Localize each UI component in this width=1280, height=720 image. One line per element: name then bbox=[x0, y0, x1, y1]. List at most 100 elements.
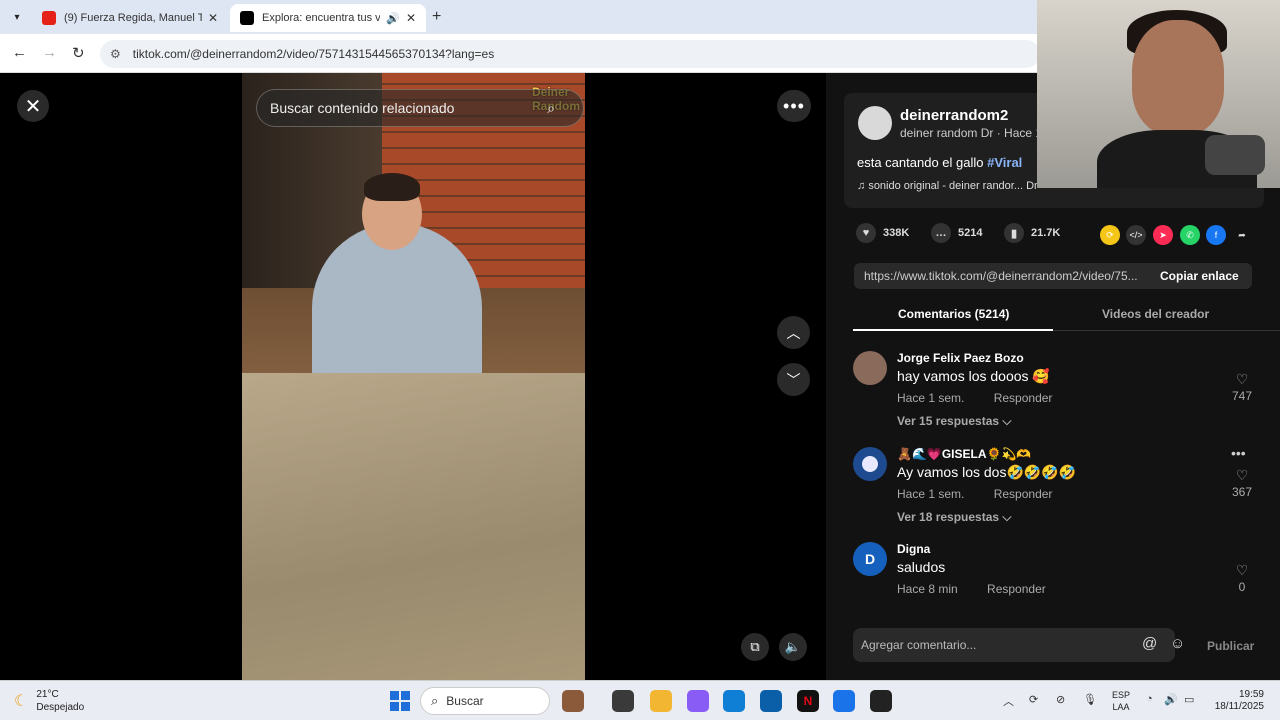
view-replies-button[interactable]: Ver 15 respuestas ⌵ bbox=[897, 414, 1012, 429]
site-settings-icon[interactable]: ⚙ bbox=[110, 47, 121, 61]
wifi-icon[interactable]: ◔ bbox=[1146, 693, 1153, 705]
comment-stat[interactable]: … 5214 bbox=[931, 223, 982, 243]
whatsapp-icon[interactable]: ✆ bbox=[1180, 225, 1200, 245]
forward-arrow-icon[interactable]: → bbox=[42, 44, 57, 61]
commenter-avatar[interactable]: D bbox=[853, 542, 887, 576]
tray-chevron-icon[interactable]: ︿ bbox=[1003, 693, 1014, 709]
tiktok-icon bbox=[240, 11, 254, 25]
taskbar-search[interactable]: ⌕ Buscar bbox=[420, 687, 550, 715]
embed-icon[interactable]: </> bbox=[1126, 225, 1146, 245]
tab-comments[interactable]: Comentarios (5214) bbox=[898, 307, 1009, 321]
mention-icon[interactable]: @ bbox=[1142, 635, 1157, 652]
view-replies-button[interactable]: Ver 18 respuestas ⌵ bbox=[897, 510, 1012, 525]
weather-temp: 21°C bbox=[36, 689, 59, 700]
comment-icon: … bbox=[931, 223, 951, 243]
save-stat[interactable]: ▮ 21.7K bbox=[1004, 223, 1060, 243]
commenter-name[interactable]: Digna bbox=[897, 542, 930, 556]
tab-creator-videos[interactable]: Videos del creador bbox=[1102, 307, 1209, 321]
repost-icon[interactable]: ⟳ bbox=[1100, 225, 1120, 245]
moon-icon: ☾ bbox=[14, 693, 29, 710]
comment-like-count: 747 bbox=[1231, 389, 1253, 403]
emoji-icon[interactable]: ☺ bbox=[1170, 635, 1185, 652]
file-explorer-icon[interactable] bbox=[650, 690, 672, 712]
lang-code: ESP bbox=[1112, 690, 1131, 700]
tray-network-off-icon[interactable]: ⊘ bbox=[1056, 693, 1065, 706]
comment-item: D Digna saludos Hace 8 min Responder ♡ 0 bbox=[853, 542, 1263, 602]
panel-tabs: Comentarios (5214) Videos del creador bbox=[853, 301, 1280, 331]
close-tab-icon[interactable]: ✕ bbox=[208, 11, 218, 25]
comment-meta: Hace 8 min Responder bbox=[897, 582, 1046, 596]
comment-like-icon[interactable]: ♡ bbox=[1227, 562, 1257, 579]
reload-icon[interactable]: ↻ bbox=[72, 44, 85, 62]
volume-icon[interactable]: 🔈 bbox=[779, 633, 807, 661]
tab-list-chevron-icon[interactable]: ▾ bbox=[6, 7, 28, 27]
close-video-button[interactable]: ✕ bbox=[17, 90, 49, 122]
system-clock[interactable]: 19:59 18/11/2025 bbox=[1208, 689, 1264, 713]
store-icon[interactable] bbox=[760, 690, 782, 712]
like-stat[interactable]: ♥ 338K bbox=[856, 223, 909, 243]
copy-link-button[interactable]: Copiar enlace bbox=[1160, 269, 1239, 283]
obs-icon[interactable] bbox=[870, 690, 892, 712]
music-text: sonido original - deiner randor... Dr bbox=[868, 180, 1038, 192]
reply-button[interactable]: Responder bbox=[994, 487, 1053, 501]
weather-widget[interactable]: ☾ 21°C Despejado bbox=[14, 688, 84, 714]
commenter-name[interactable]: Jorge Felix Paez Bozo bbox=[897, 351, 1024, 365]
reply-button[interactable]: Responder bbox=[994, 391, 1053, 405]
url-text: tiktok.com/@deinerrandom2/video/75714315… bbox=[132, 47, 495, 61]
commenter-name[interactable]: 🧸🌊💗GISELA🌻💫🫶 bbox=[897, 447, 1031, 461]
comment-input[interactable]: Agregar comentario... @ bbox=[853, 628, 1175, 662]
commenter-avatar[interactable] bbox=[853, 447, 887, 481]
screen: ▾ (9) Fuerza Regida, Manuel Turiz ✕ Expl… bbox=[0, 0, 1280, 720]
tray-sync-icon[interactable]: ⟳ bbox=[1029, 693, 1038, 706]
comment-placeholder: Agregar comentario... bbox=[861, 638, 977, 652]
next-video-button[interactable]: ﹀ bbox=[777, 363, 810, 396]
save-count: 21.7K bbox=[1031, 227, 1061, 239]
windows-taskbar: ☾ 21°C Despejado ⌕ Buscar N ︿ ⟳ ⊘ 🎙 ESP … bbox=[0, 680, 1280, 720]
url-field[interactable]: ⚙ tiktok.com/@deinerrandom2/video/757143… bbox=[100, 40, 1040, 68]
related-search-input[interactable]: Buscar contenido relacionado ⌕ bbox=[256, 89, 584, 127]
volume-tray-icon[interactable]: 🔊 bbox=[1164, 693, 1178, 706]
close-tab-icon[interactable]: ✕ bbox=[406, 11, 416, 25]
chrome-icon[interactable] bbox=[833, 690, 855, 712]
video-player[interactable]: Deiner Random bbox=[242, 73, 585, 680]
windows-start-icon[interactable] bbox=[390, 691, 410, 711]
copy-link-row: https://www.tiktok.com/@deinerrandom2/vi… bbox=[854, 263, 1252, 289]
post-description: esta cantando el gallo #Viral bbox=[857, 155, 1022, 170]
music-info[interactable]: ♫ sonido original - deiner randor... Dr bbox=[857, 180, 1038, 192]
language-indicator[interactable]: ESP LAA bbox=[1112, 689, 1130, 713]
facebook-icon[interactable]: f bbox=[1206, 225, 1226, 245]
creator-username[interactable]: deinerrandom2 bbox=[900, 107, 1008, 124]
comment-more-icon[interactable]: ••• bbox=[1231, 445, 1246, 461]
commenter-avatar[interactable] bbox=[853, 351, 887, 385]
new-tab-button[interactable]: + bbox=[432, 8, 441, 26]
pip-icon[interactable]: ⧉ bbox=[741, 633, 769, 661]
search-icon[interactable]: ⌕ bbox=[547, 100, 555, 117]
more-options-button[interactable]: ••• bbox=[777, 90, 811, 122]
speaker-icon[interactable]: 🔊 bbox=[386, 12, 400, 25]
creator-avatar[interactable] bbox=[858, 106, 892, 140]
comment-time: Hace 8 min bbox=[897, 582, 958, 596]
comment-count: 5214 bbox=[958, 227, 983, 239]
back-arrow-icon[interactable]: ← bbox=[12, 44, 27, 61]
tab-tiktok[interactable]: Explora: encuentra tus videos 🔊 ✕ bbox=[230, 4, 426, 32]
tab-youtube[interactable]: (9) Fuerza Regida, Manuel Turiz ✕ bbox=[32, 4, 228, 32]
send-icon[interactable]: ➤ bbox=[1153, 225, 1173, 245]
netflix-icon[interactable]: N bbox=[797, 690, 819, 712]
tray-mic-icon[interactable]: 🎙 bbox=[1083, 693, 1097, 706]
comment-time: Hace 1 sem. bbox=[897, 391, 965, 405]
clock-date: 18/11/2025 bbox=[1214, 701, 1264, 712]
app-icon-widgets[interactable] bbox=[562, 690, 584, 712]
copilot-icon[interactable] bbox=[687, 690, 709, 712]
publish-button[interactable]: Publicar bbox=[1207, 639, 1254, 653]
task-view-icon[interactable] bbox=[612, 690, 634, 712]
reply-button[interactable]: Responder bbox=[987, 582, 1046, 596]
comment-like-icon[interactable]: ♡ bbox=[1227, 371, 1257, 388]
webcam-overlay bbox=[1037, 0, 1280, 188]
battery-icon[interactable]: ▭ bbox=[1184, 693, 1194, 706]
comment-like-count: 367 bbox=[1231, 485, 1253, 499]
comment-like-icon[interactable]: ♡ bbox=[1227, 467, 1257, 484]
previous-video-button[interactable]: ︿ bbox=[777, 316, 810, 349]
hashtag-link[interactable]: #Viral bbox=[987, 155, 1022, 170]
edge-icon[interactable] bbox=[723, 690, 745, 712]
share-arrow-icon[interactable]: ➦ bbox=[1232, 225, 1252, 245]
